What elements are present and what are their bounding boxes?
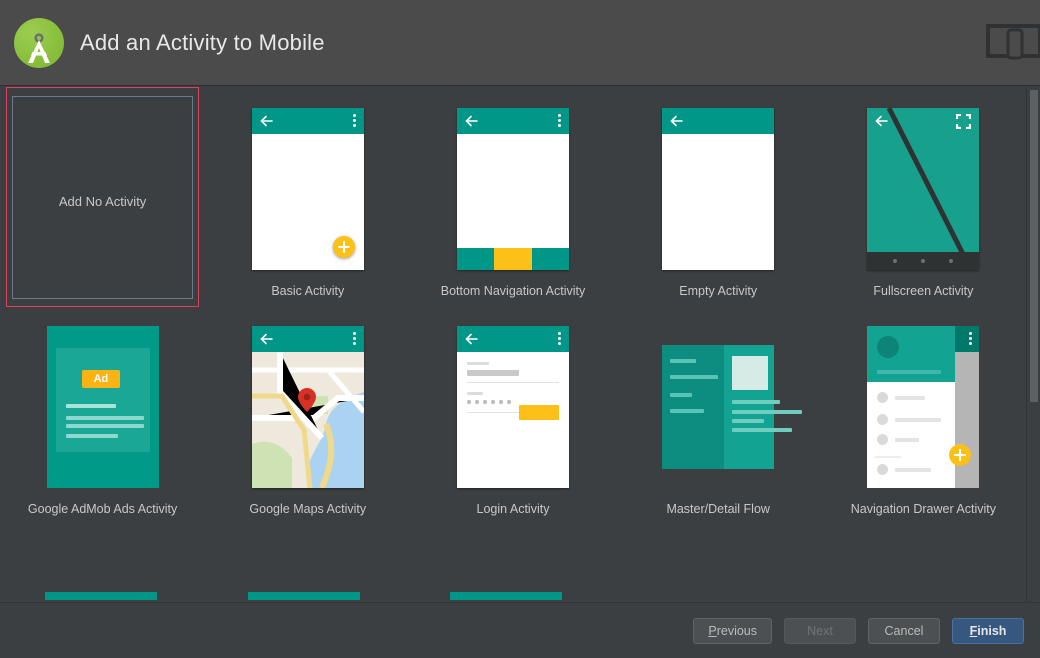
ad-badge: Ad [81, 370, 121, 388]
activity-grid-next-row-partial [0, 592, 1012, 602]
google-admob-ads-activity-thumb: Ad [46, 326, 159, 488]
previous-button-mnemonic: P [708, 623, 717, 638]
activity-item-login-activity[interactable]: Login Activity [410, 310, 615, 528]
map-pin-icon [297, 388, 316, 412]
finish-button-mnemonic: F [969, 623, 978, 638]
back-arrow-icon [465, 115, 478, 127]
activity-grid: Add No Activity Basic Activity Bottom Na… [0, 87, 1026, 528]
google-maps-activity-thumb [251, 326, 364, 488]
android-studio-logo-icon [12, 16, 66, 70]
page-title: Add an Activity to Mobile [80, 29, 325, 55]
overflow-menu-icon [557, 114, 561, 128]
overflow-menu-icon [557, 332, 561, 346]
back-arrow-icon [670, 115, 683, 127]
next-button[interactable]: Next [784, 617, 856, 644]
overflow-menu-icon [969, 332, 973, 347]
basic-activity-thumb [251, 108, 364, 270]
activity-item-label: Google AdMob Ads Activity [27, 502, 178, 516]
overflow-menu-icon [352, 114, 356, 128]
activity-item-google-maps-activity[interactable]: Google Maps Activity [205, 310, 410, 528]
back-arrow-icon [260, 333, 273, 345]
fullscreen-expand-icon [956, 114, 972, 129]
finish-button-label: inish [977, 623, 1007, 638]
finish-button[interactable]: Finish [952, 617, 1024, 644]
activity-gallery[interactable]: Add No Activity Basic Activity Bottom Na… [0, 86, 1026, 602]
activity-item-master-detail-flow[interactable]: Master/Detail Flow [616, 310, 821, 528]
scrollbar-thumb[interactable] [1030, 90, 1038, 402]
drawer-header [867, 326, 956, 382]
master-detail-flow-thumb [662, 326, 803, 488]
activity-item-basic-activity[interactable]: Basic Activity [205, 92, 410, 310]
activity-item-label: Login Activity [476, 502, 550, 516]
empty-activity-thumb [662, 108, 775, 270]
device-preview-icon [986, 24, 1040, 60]
fullscreen-activity-thumb [867, 108, 980, 270]
avatar [877, 336, 900, 358]
cancel-button[interactable]: Cancel [868, 617, 940, 644]
activity-item-label: Master/Detail Flow [666, 502, 770, 516]
activity-item-google-admob-ads-activity[interactable]: Ad Google AdMob Ads Activity [0, 310, 205, 528]
activity-item-bottom-navigation-activity[interactable]: Bottom Navigation Activity [410, 92, 615, 310]
activity-item-label: Add No Activity [58, 193, 147, 209]
back-arrow-icon [260, 115, 273, 127]
login-submit-button-icon [518, 405, 559, 420]
back-arrow-icon [465, 333, 478, 345]
bottom-navigation-activity-thumb [456, 108, 569, 270]
floating-action-button-icon [332, 236, 355, 258]
dialog-footer: Previous Next Cancel Finish [0, 602, 1040, 658]
activity-gallery-panel: Add No Activity Basic Activity Bottom Na… [0, 86, 1040, 602]
navigation-drawer-activity-thumb [867, 326, 980, 488]
activity-item-navigation-drawer-activity[interactable]: Navigation Drawer Activity [821, 310, 1026, 528]
activity-item-label: Navigation Drawer Activity [850, 502, 996, 516]
login-activity-thumb [456, 326, 569, 488]
activity-item-label: Bottom Navigation Activity [440, 284, 586, 298]
activity-item-label: Empty Activity [679, 284, 758, 298]
back-arrow-icon [875, 115, 889, 127]
navigation-bar-icon [867, 252, 980, 270]
activity-item-empty-activity[interactable]: Empty Activity [616, 92, 821, 310]
activity-item-label: Fullscreen Activity [873, 284, 974, 298]
activity-item-label: Google Maps Activity [249, 502, 367, 516]
overflow-menu-icon [352, 332, 356, 346]
dialog-header: Add an Activity to Mobile [0, 0, 1040, 86]
activity-item-fullscreen-activity[interactable]: Fullscreen Activity [821, 92, 1026, 310]
map-preview-icon [251, 352, 364, 488]
previous-button[interactable]: Previous [693, 617, 772, 644]
activity-item-label: Basic Activity [271, 284, 345, 298]
activity-item-no-activity[interactable]: Add No Activity [0, 87, 205, 310]
vertical-scrollbar[interactable] [1026, 86, 1040, 602]
previous-button-label: revious [716, 623, 757, 638]
add-activity-dialog: Add an Activity to Mobile Add No Activit… [0, 0, 1040, 658]
bottom-navigation-bar-icon [456, 248, 569, 270]
